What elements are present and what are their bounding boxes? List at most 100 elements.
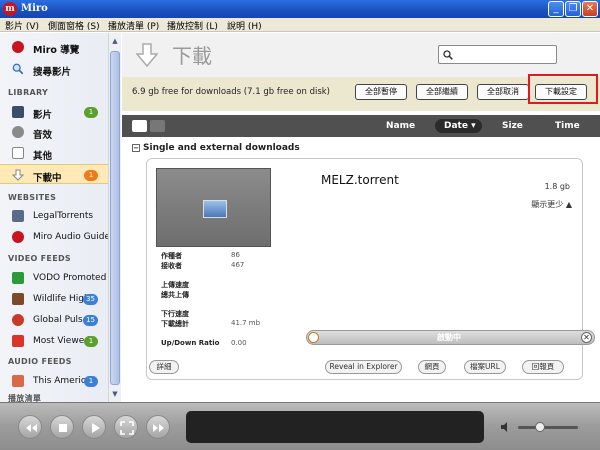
sidebar-item-downloading[interactable]: 下載中 1 xyxy=(0,164,108,184)
sidebar-item-label: Wildlife High xyxy=(33,294,90,304)
fullscreen-button[interactable] xyxy=(114,415,138,439)
skip-forward-button[interactable] xyxy=(146,415,170,439)
progress-status: 啟動中 xyxy=(437,333,461,342)
scroll-down-arrow-icon[interactable]: ▼ xyxy=(110,388,120,400)
download-icon xyxy=(12,169,24,181)
column-time[interactable]: Time xyxy=(555,121,580,131)
download-progress-bar: 啟動中 ✕ xyxy=(306,330,595,345)
grid-view-icon[interactable] xyxy=(150,120,165,132)
column-date[interactable]: Date ▾ xyxy=(444,121,476,131)
sidebar-item-label: 下載中 xyxy=(33,173,62,184)
scrollbar-thumb[interactable] xyxy=(110,51,120,385)
count-badge: 1 xyxy=(84,336,98,347)
sidebar-item-global-pulse[interactable]: Global Pulse 15 xyxy=(0,310,108,330)
legaltorrents-icon xyxy=(12,210,24,222)
reveal-in-explorer-button[interactable]: Reveal in Explorer xyxy=(325,360,402,374)
report-page-button[interactable]: 回報頁 xyxy=(522,360,564,374)
count-badge: 15 xyxy=(83,315,98,326)
sidebar-scrollbar[interactable]: ▲ ▼ xyxy=(108,33,121,402)
menu-bar: 影片 (V) 側面窗格 (S) 播放清單 (P) 播放控制 (L) 說明 (H) xyxy=(0,18,600,32)
menu-playback[interactable]: 播放控制 (L) xyxy=(167,19,218,32)
search-input[interactable] xyxy=(438,45,557,64)
sidebar-item-label: 音效 xyxy=(33,130,53,141)
close-button[interactable]: ✕ xyxy=(582,1,598,17)
wildlife-icon xyxy=(12,293,24,305)
volume-icon xyxy=(501,422,507,432)
item-size: 1.8 gb xyxy=(544,182,570,191)
resume-all-button[interactable]: 全部繼續 xyxy=(416,84,468,100)
sidebar: Miro 導覽 搜尋影片 LIBRARY 影片 1 音效 其他 下載中 1 WE… xyxy=(0,33,121,402)
column-size[interactable]: Size xyxy=(502,121,523,131)
sidebar-item-most-viewed[interactable]: Most Viewed 1 xyxy=(0,331,108,351)
miro-logo-icon xyxy=(12,231,24,243)
vodo-icon xyxy=(12,272,24,284)
magnifier-icon xyxy=(12,63,24,75)
count-badge: 1 xyxy=(84,376,98,387)
window-titlebar: m Miro _ ❐ ✕ xyxy=(0,0,600,18)
sidebar-item-this-america[interactable]: This America 1 xyxy=(0,371,108,391)
file-url-button[interactable]: 檔案URL xyxy=(464,360,506,374)
item-actions: 詳細 Reveal in Explorer 網頁 檔案URL 回報頁 xyxy=(147,356,584,378)
web-page-button[interactable]: 網頁 xyxy=(418,360,446,374)
sidebar-item-miro-audio-guide[interactable]: Miro Audio Guide xyxy=(0,227,110,247)
play-button[interactable] xyxy=(82,415,106,439)
menu-video[interactable]: 影片 (V) xyxy=(5,19,39,32)
column-name[interactable]: Name xyxy=(386,121,415,131)
pause-all-button[interactable]: 全部暫停 xyxy=(355,84,407,100)
download-item[interactable]: MELZ.torrent 1.8 gb 顯示更少 ▲ 作種者 86 接收者 46… xyxy=(146,158,595,380)
main-panel: 下載 6.9 gb free for downloads (7.1 gb fre… xyxy=(122,33,600,402)
sidebar-item-legaltorrents[interactable]: LegalTorrents xyxy=(0,206,108,226)
global-pulse-icon xyxy=(12,314,24,326)
count-badge: 1 xyxy=(84,170,98,181)
menu-playlist[interactable]: 播放清單 (P) xyxy=(108,19,159,32)
volume-slider-knob[interactable] xyxy=(535,422,545,432)
item-thumbnail[interactable] xyxy=(156,168,271,247)
most-viewed-icon xyxy=(12,335,24,347)
page-title: 下載 xyxy=(172,44,212,68)
cancel-all-button[interactable]: 全部取消 xyxy=(477,84,529,100)
now-playing-display xyxy=(186,411,484,443)
seeders-value: 86 xyxy=(231,251,240,259)
maximize-button[interactable]: ❐ xyxy=(565,1,581,17)
miro-logo-icon xyxy=(12,41,24,53)
film-icon xyxy=(12,106,24,118)
download-total-label: 下載總計 xyxy=(161,320,189,328)
scroll-up-arrow-icon[interactable]: ▲ xyxy=(110,35,120,47)
list-view-icon[interactable] xyxy=(132,120,147,132)
sidebar-item-miro-guide[interactable]: Miro 導覽 xyxy=(0,37,108,57)
sidebar-item-search[interactable]: 搜尋影片 xyxy=(0,59,108,79)
count-badge: 1 xyxy=(84,107,98,118)
minimize-button[interactable]: _ xyxy=(548,1,564,17)
upload-total-label: 總共上傳 xyxy=(161,291,189,299)
fullscreen-icon xyxy=(120,421,134,435)
item-name: MELZ.torrent xyxy=(321,173,399,187)
sidebar-item-wildlife[interactable]: Wildlife High 35 xyxy=(0,289,108,309)
ratio-label: Up/Down Ratio xyxy=(161,339,220,347)
sidebar-item-label: This America xyxy=(33,376,92,386)
menu-help[interactable]: 說明 (H) xyxy=(227,19,262,32)
skip-back-button[interactable] xyxy=(18,415,42,439)
sidebar-item-other[interactable]: 其他 xyxy=(0,143,108,163)
window-title: Miro xyxy=(21,3,48,14)
stop-button[interactable] xyxy=(50,415,74,439)
document-icon xyxy=(12,147,24,159)
ratio-value: 0.00 xyxy=(231,339,247,347)
volume-slider[interactable] xyxy=(518,426,578,429)
menu-sidebar[interactable]: 側面窗格 (S) xyxy=(48,19,100,32)
sidebar-item-label: Miro 導覽 xyxy=(33,45,80,56)
collapse-toggle-icon[interactable]: − xyxy=(132,143,140,152)
sidebar-item-audio[interactable]: 音效 xyxy=(0,122,108,142)
sidebar-item-video[interactable]: 影片 1 xyxy=(0,102,108,122)
rewind-icon xyxy=(26,424,37,432)
download-total-value: 41.7 mb xyxy=(231,319,261,327)
audio-feeds-header: AUDIO FEEDS xyxy=(8,357,72,366)
details-button[interactable]: 詳細 xyxy=(149,360,179,374)
show-less-toggle[interactable]: 顯示更少 ▲ xyxy=(531,199,572,210)
pause-icon[interactable] xyxy=(308,332,319,343)
section-title[interactable]: − Single and external downloads xyxy=(132,143,300,153)
cancel-download-icon[interactable]: ✕ xyxy=(581,332,592,343)
sidebar-item-vodo[interactable]: VODO Promoted xyxy=(0,268,108,288)
playlists-header-partial: 播放清單 xyxy=(8,394,42,402)
sidebar-item-label: 搜尋影片 xyxy=(33,67,72,78)
seeders-label: 作種者 xyxy=(161,252,182,260)
